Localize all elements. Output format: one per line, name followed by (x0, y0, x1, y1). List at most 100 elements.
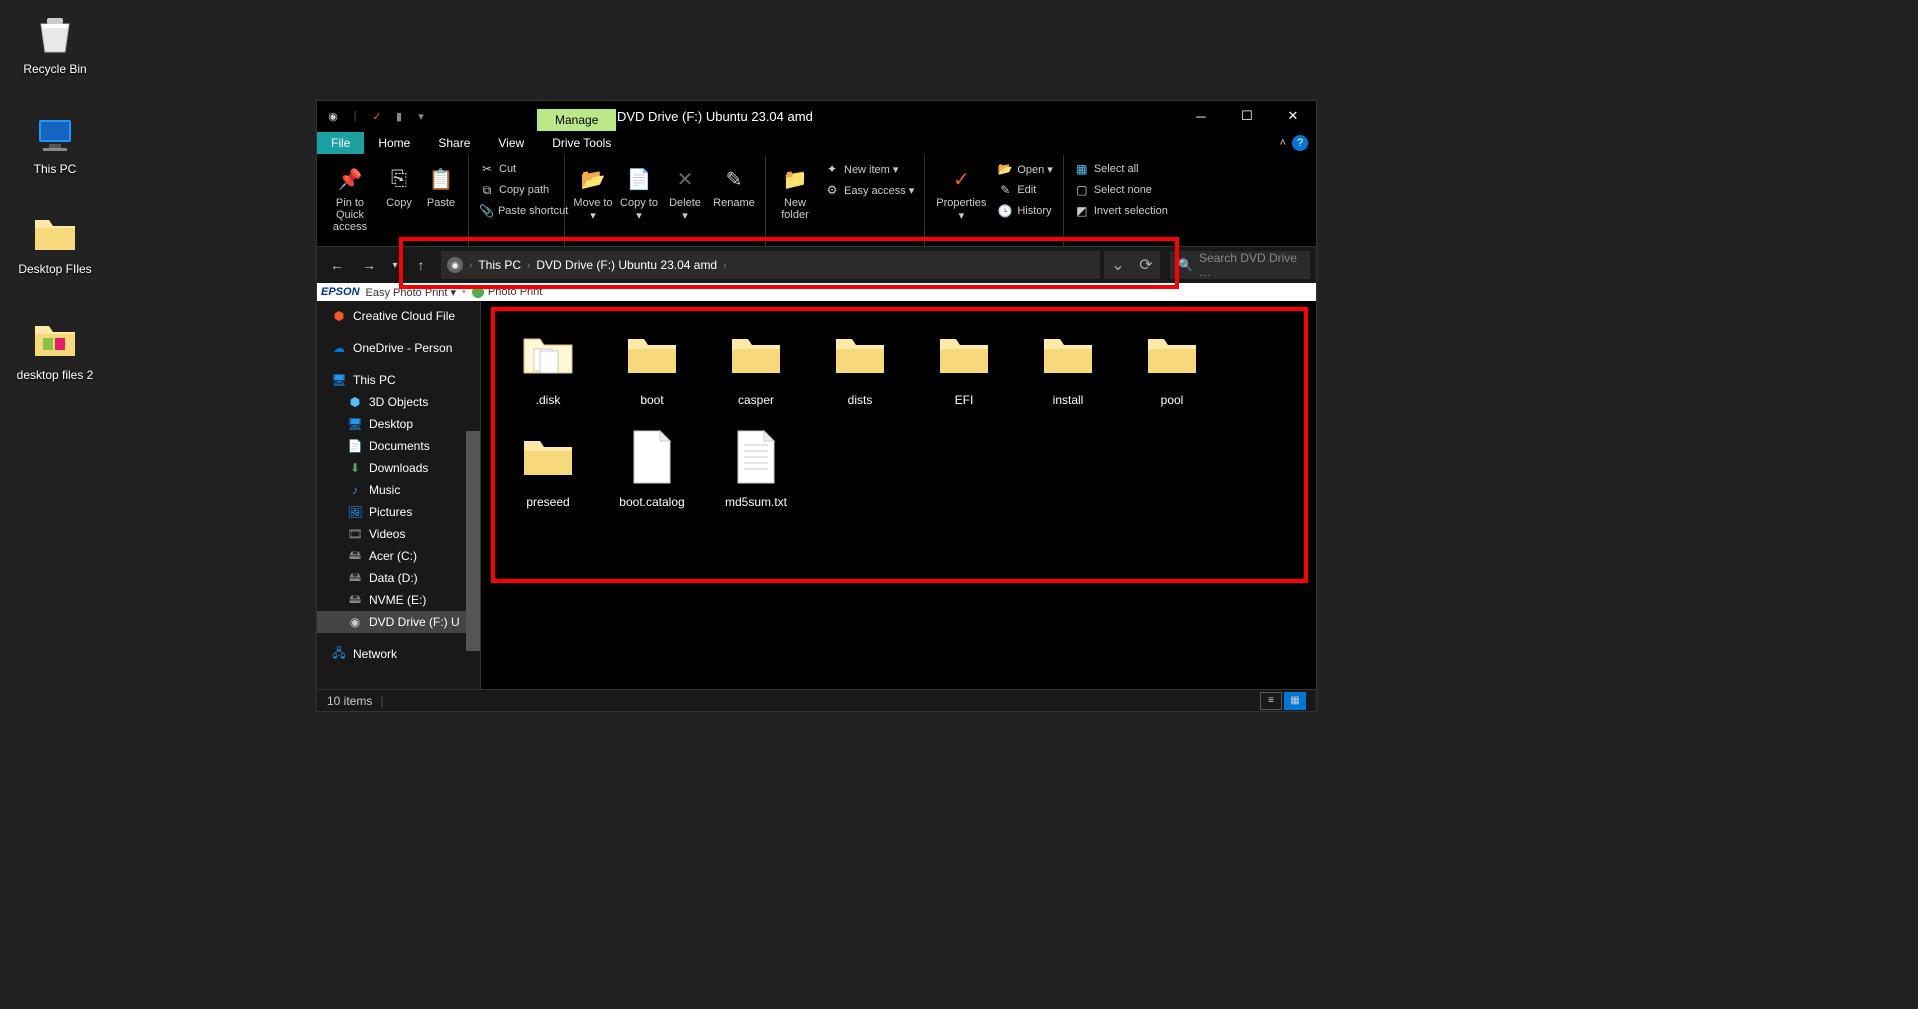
properties-button[interactable]: ✓ Properties ▾ (931, 159, 991, 244)
desktop-icon-desktop-files-2[interactable]: desktop files 2 (10, 316, 100, 382)
file-item-install[interactable]: install (1021, 319, 1115, 411)
maximize-button[interactable]: ☐ (1224, 101, 1270, 131)
label: New folder (774, 197, 816, 221)
label: Rename (713, 197, 755, 209)
invert-selection-button[interactable]: ◩Invert selection (1070, 201, 1172, 221)
sidebar-this-pc[interactable]: 🖥This PC (317, 369, 480, 391)
close-button[interactable]: ✕ (1270, 101, 1316, 131)
file-item-boot[interactable]: boot (605, 319, 699, 411)
properties-icon: ✓ (945, 163, 977, 195)
select-all-button[interactable]: ▦Select all (1070, 159, 1172, 179)
label: This PC (353, 373, 396, 387)
sidebar-downloads[interactable]: ⬇Downloads (317, 457, 480, 479)
icons-view-button[interactable]: ▦ (1284, 692, 1306, 710)
copy-to-button[interactable]: 📄 Copy to ▾ (617, 159, 661, 244)
search-input[interactable]: 🔍 Search DVD Drive … (1170, 251, 1310, 279)
pin-to-quick-access-button[interactable]: 📌 Pin to Quick access (323, 159, 377, 244)
sidebar-acer-c[interactable]: 🖴Acer (C:) (317, 545, 480, 567)
sidebar-music[interactable]: ♪Music (317, 479, 480, 501)
tab-file[interactable]: File (317, 132, 364, 154)
new-folder-button[interactable]: 📁 New folder (772, 159, 818, 244)
collapse-ribbon-icon[interactable]: ˄ (1280, 137, 1286, 149)
desktop-icon-label: Desktop FIles (10, 262, 100, 276)
open-button[interactable]: 📂Open ▾ (993, 159, 1057, 179)
sidebar-nvme-e[interactable]: 🖴NVME (E:) (317, 589, 480, 611)
cut-button[interactable]: ✂Cut (475, 159, 558, 179)
label: Paste shortcut (498, 205, 568, 217)
details-view-button[interactable]: ≡ (1260, 692, 1282, 710)
minimize-button[interactable]: ─ (1178, 101, 1224, 131)
select-none-icon: ▢ (1074, 182, 1090, 198)
move-to-button[interactable]: 📂 Move to ▾ (571, 159, 615, 244)
folder-qat-icon[interactable]: ▮ (391, 108, 407, 124)
copy-button[interactable]: ⎘ Copy (379, 159, 419, 244)
file-item--disk[interactable]: .disk (501, 319, 595, 411)
new-item-icon: ✦ (824, 161, 840, 177)
file-icon (724, 425, 788, 489)
open-icon: 📂 (997, 161, 1013, 177)
file-item-preseed[interactable]: preseed (501, 421, 595, 513)
file-name: .disk (536, 393, 561, 407)
sidebar-pictures[interactable]: 🖼Pictures (317, 501, 480, 523)
tab-view[interactable]: View (484, 132, 538, 154)
label: Paste (427, 197, 455, 209)
manage-contextual-tab[interactable]: Manage (537, 109, 616, 131)
desktop-icon-label: desktop files 2 (10, 368, 100, 382)
file-name: md5sum.txt (725, 495, 787, 509)
qat-dropdown-icon[interactable]: ▾ (413, 108, 429, 124)
file-item-EFI[interactable]: EFI (917, 319, 1011, 411)
label: Copy path (499, 184, 549, 196)
sidebar-data-d[interactable]: 🖴Data (D:) (317, 567, 480, 589)
sidebar-dvd-drive-f[interactable]: ◉DVD Drive (F:) U (317, 611, 480, 633)
copy-path-button[interactable]: ⧉Copy path (475, 180, 558, 200)
label: Copy to ▾ (619, 197, 659, 222)
history-button[interactable]: 🕓History (993, 201, 1057, 221)
tab-home[interactable]: Home (364, 132, 424, 154)
tab-drive-tools[interactable]: Drive Tools (538, 132, 625, 154)
desktop-icon-desktop-files[interactable]: Desktop FIles (10, 210, 100, 276)
drive-icon: 🖴 (347, 548, 363, 564)
content-pane[interactable]: .disk bootcasperdistsEFIinstallpool presee… (481, 301, 1316, 689)
sidebar-onedrive[interactable]: ☁OneDrive - Person (317, 337, 480, 359)
tab-share[interactable]: Share (424, 132, 484, 154)
new-item-button[interactable]: ✦New item ▾ (820, 159, 918, 179)
forward-button[interactable]: → (355, 251, 383, 279)
file-item-dists[interactable]: dists (813, 319, 907, 411)
file-name: boot.catalog (619, 495, 684, 509)
easy-access-button[interactable]: ⚙Easy access ▾ (820, 180, 918, 200)
label: Pin to Quick access (325, 197, 375, 233)
label: Easy access ▾ (844, 184, 914, 197)
creative-cloud-icon: ⬢ (331, 308, 347, 324)
properties-qat-icon[interactable]: ✓ (369, 108, 385, 124)
desktop-icon-this-pc[interactable]: This PC (10, 110, 100, 176)
help-icon[interactable]: ? (1292, 135, 1308, 151)
sidebar-videos[interactable]: 🎞Videos (317, 523, 480, 545)
label: Select all (1094, 163, 1139, 175)
file-item-md5sum-txt[interactable]: md5sum.txt (709, 421, 803, 513)
desktop-icon-recycle-bin[interactable]: Recycle Bin (10, 10, 100, 76)
annotation-highlight-address (399, 237, 1179, 289)
sidebar-creative-cloud[interactable]: ⬢Creative Cloud File (317, 305, 480, 327)
pin-icon: 📌 (334, 163, 366, 195)
delete-button[interactable]: ✕ Delete ▾ (663, 159, 707, 244)
rename-button[interactable]: ✎ Rename (709, 159, 759, 244)
paste-shortcut-button[interactable]: 📎Paste shortcut (475, 201, 558, 221)
paste-button[interactable]: 📋 Paste (421, 159, 461, 244)
file-item-boot-catalog[interactable]: boot.catalog (605, 421, 699, 513)
sidebar-network[interactable]: 🖧Network (317, 643, 480, 665)
sidebar-scrollbar[interactable] (466, 431, 480, 651)
folder-icon (516, 323, 580, 387)
select-none-button[interactable]: ▢Select none (1070, 180, 1172, 200)
copy-to-icon: 📄 (623, 163, 655, 195)
file-item-pool[interactable]: pool (1125, 319, 1219, 411)
sidebar-documents[interactable]: 📄Documents (317, 435, 480, 457)
sidebar-3d-objects[interactable]: ⬢3D Objects (317, 391, 480, 413)
file-item-casper[interactable]: casper (709, 319, 803, 411)
sidebar-desktop[interactable]: 🖥Desktop (317, 413, 480, 435)
back-button[interactable]: ← (323, 251, 351, 279)
drive-icon: 🖴 (347, 592, 363, 608)
label: Cut (499, 163, 516, 175)
edit-button[interactable]: ✎Edit (993, 180, 1057, 200)
new-folder-icon: 📁 (779, 163, 811, 195)
folder-icon (1036, 323, 1100, 387)
